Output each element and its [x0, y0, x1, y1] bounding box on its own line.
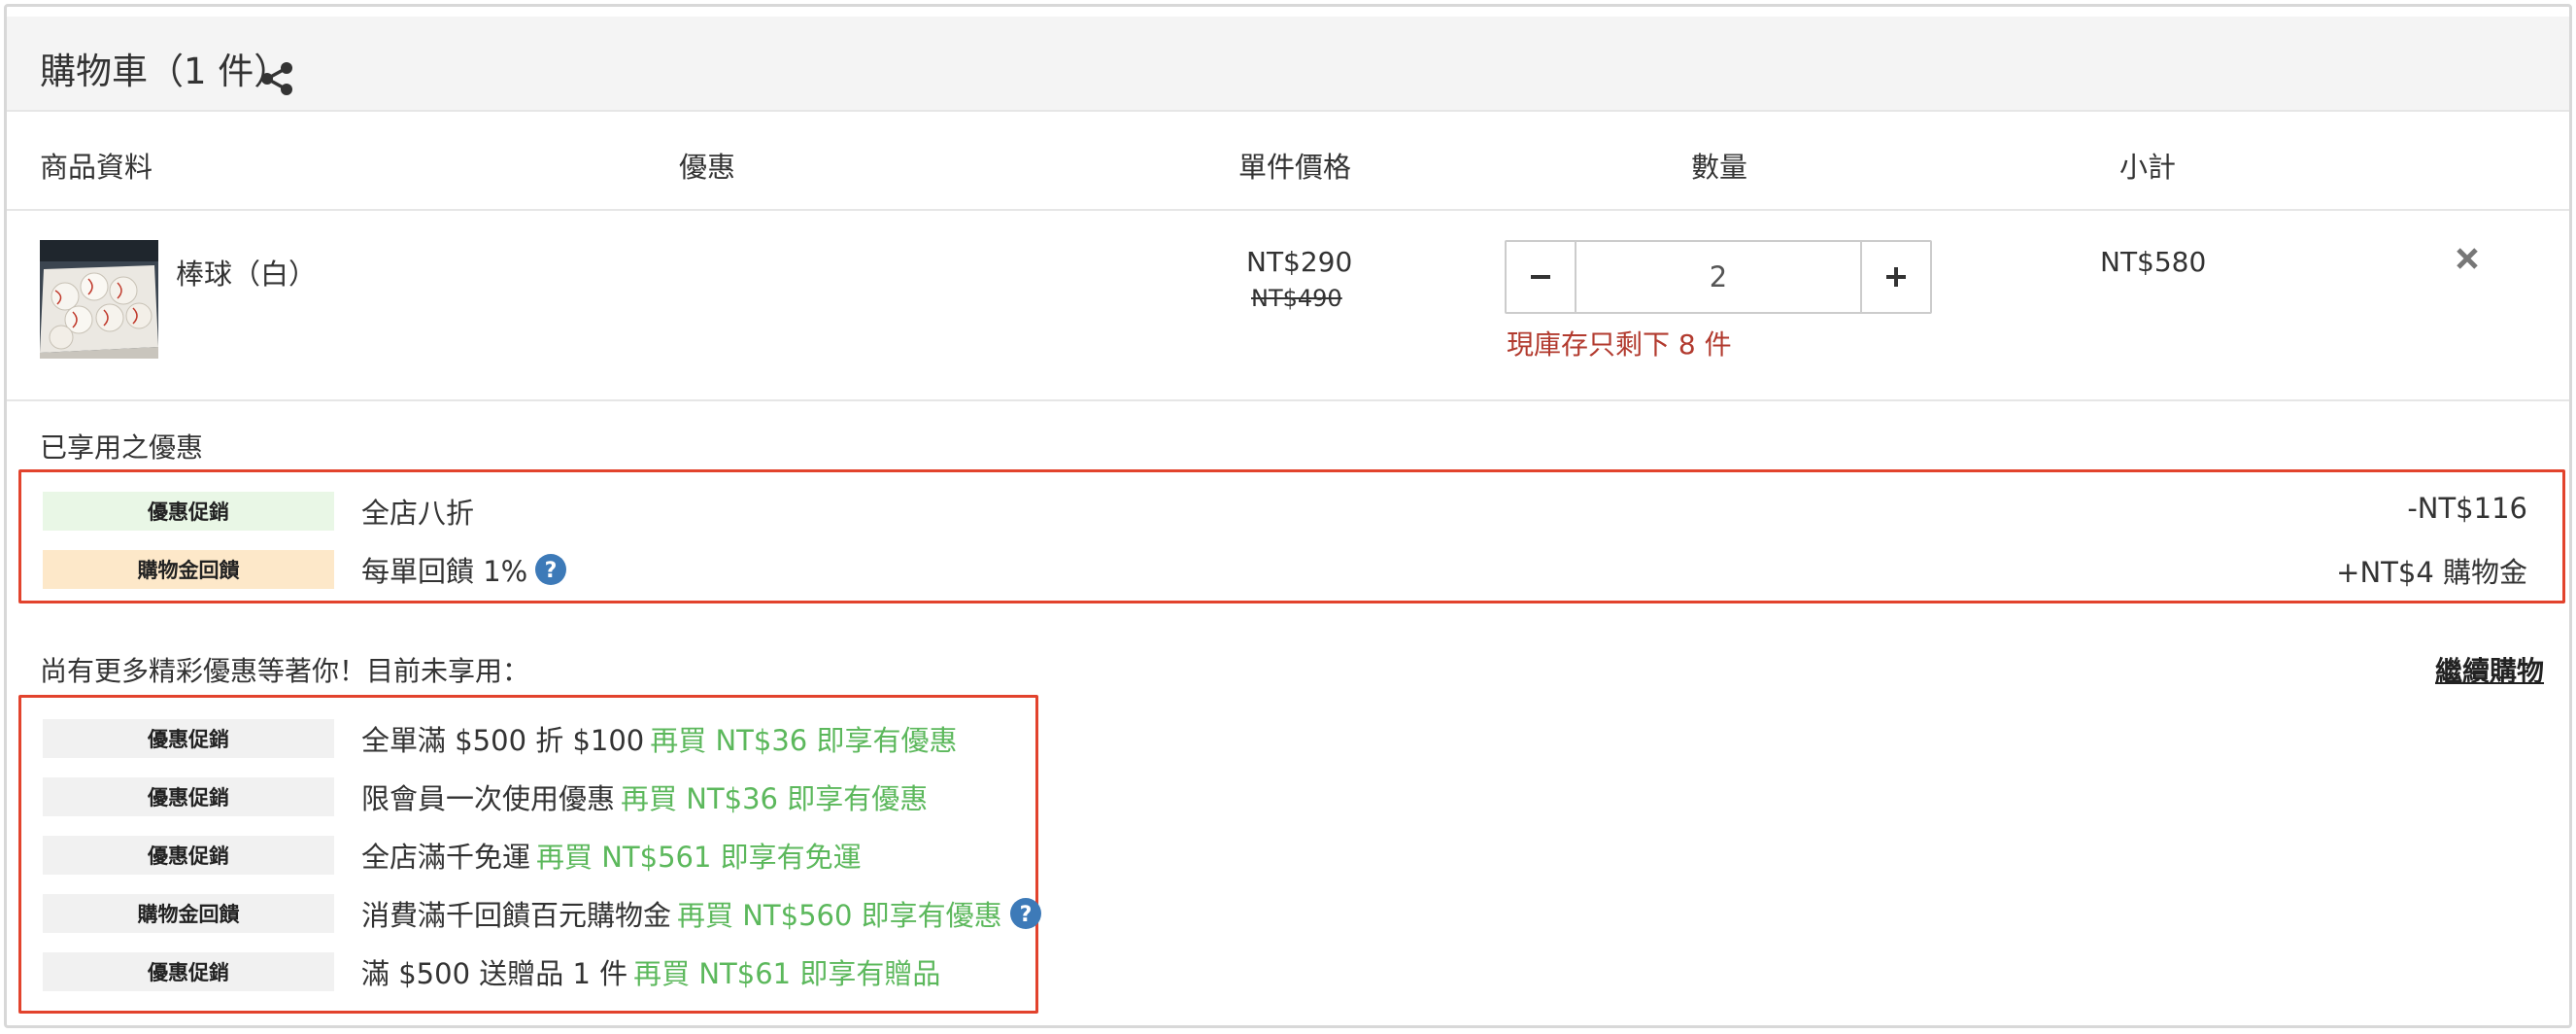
- column-unit-price: 單件價格: [1238, 151, 1352, 184]
- decrease-quantity-button[interactable]: [1507, 242, 1576, 312]
- quantity-input[interactable]: [1576, 242, 1860, 312]
- applied-discounts-box: 優惠促銷 全店八折 -NT$116 購物金回饋 每單回饋 1% ? +NT$4 …: [18, 469, 2565, 603]
- unit-price: NT$290: [1246, 246, 1353, 278]
- available-promo-item: 滿 $500 送贈品 1 件 再買 NT$61 即享有贈品: [361, 952, 940, 991]
- svg-text:?: ?: [1019, 903, 1032, 927]
- promo-badge: 優惠促銷: [43, 492, 334, 531]
- available-promo-item: 消費滿千回饋百元購物金 再買 NT$560 即享有優惠 ?: [361, 894, 1041, 933]
- original-price: NT$490: [1251, 285, 1342, 312]
- promo-hint: 再買 NT$561 即享有免運: [536, 841, 862, 874]
- promo-hint: 再買 NT$36 即享有優惠: [650, 724, 958, 757]
- svg-text:?: ?: [545, 559, 558, 583]
- promo-label: 全店滿千免運: [361, 841, 531, 874]
- help-icon[interactable]: ?: [535, 554, 567, 585]
- available-promo-item: 全單滿 $500 折 $100 再買 NT$36 即享有優惠: [361, 719, 957, 758]
- minus-icon: [1531, 275, 1550, 279]
- promo-badge: 優惠促銷: [43, 777, 334, 816]
- stock-warning: 現庫存只剩下 8 件: [1507, 328, 1732, 361]
- available-promo-item: 全店滿千免運 再買 NT$561 即享有免運: [361, 836, 862, 875]
- column-product: 商品資料: [40, 151, 153, 184]
- promo-badge: 優惠促銷: [43, 719, 334, 758]
- cart-panel: 購物車（1 件） 商品資料 優惠 單件價格 數量 小計 棒球（白） NT$290…: [4, 4, 2572, 1028]
- product-name[interactable]: 棒球（白）: [176, 252, 317, 293]
- promo-badge: 優惠促銷: [43, 836, 334, 875]
- cart-item-row: 棒球（白） NT$290 NT$490 現庫存只剩下 8 件 NT$580: [7, 211, 2569, 401]
- applied-rebate-label: 每單回饋 1%: [361, 555, 528, 588]
- close-icon[interactable]: [2453, 244, 2482, 273]
- applied-rebate-amount: +NT$4 購物金: [2336, 556, 2527, 589]
- cart-header: 購物車（1 件）: [7, 17, 2569, 112]
- promo-badge: 優惠促銷: [43, 952, 334, 991]
- column-quantity: 數量: [1691, 151, 1748, 184]
- column-subtotal: 小計: [2119, 151, 2177, 184]
- applied-promo-text: 全店八折: [361, 492, 474, 531]
- applied-discounts-title: 已享用之優惠: [40, 431, 204, 464]
- rebate-badge: 購物金回饋: [43, 894, 334, 933]
- applied-promo-label: 全店八折: [361, 497, 475, 530]
- rebate-badge: 購物金回饋: [43, 550, 334, 589]
- help-icon[interactable]: ?: [1009, 898, 1041, 929]
- product-thumbnail[interactable]: [40, 240, 158, 359]
- increase-quantity-button[interactable]: [1860, 242, 1930, 312]
- available-promo-item: 限會員一次使用優惠 再買 NT$36 即享有優惠: [361, 777, 928, 816]
- promo-hint: 再買 NT$36 即享有優惠: [621, 782, 929, 815]
- item-subtotal: NT$580: [2100, 246, 2207, 278]
- available-discounts-box: 優惠促銷 全單滿 $500 折 $100 再買 NT$36 即享有優惠 優惠促銷…: [18, 695, 1041, 1014]
- continue-shopping-link[interactable]: 繼續購物: [2435, 650, 2544, 689]
- cart-title: 購物車（1 件）: [40, 51, 290, 92]
- promo-hint: 再買 NT$560 即享有優惠: [677, 899, 1002, 932]
- applied-rebate-text: 每單回饋 1% ?: [361, 550, 567, 589]
- promo-label: 消費滿千回饋百元購物金: [361, 899, 672, 932]
- promo-hint: 再買 NT$61 即享有贈品: [633, 957, 941, 990]
- plus-icon: [1886, 267, 1906, 287]
- promo-label: 全單滿 $500 折 $100: [361, 724, 645, 757]
- column-discount: 優惠: [679, 151, 736, 184]
- quantity-stepper: [1505, 240, 1932, 314]
- promo-label: 限會員一次使用優惠: [361, 782, 616, 815]
- more-discounts-title: 尚有更多精彩優惠等著你！目前未享用：: [40, 655, 530, 687]
- promo-label: 滿 $500 送贈品 1 件: [361, 957, 628, 990]
- cart-column-headers: 商品資料 優惠 單件價格 數量 小計: [7, 112, 2569, 211]
- share-icon[interactable]: [257, 59, 296, 98]
- applied-promo-amount: -NT$116: [2407, 492, 2527, 525]
